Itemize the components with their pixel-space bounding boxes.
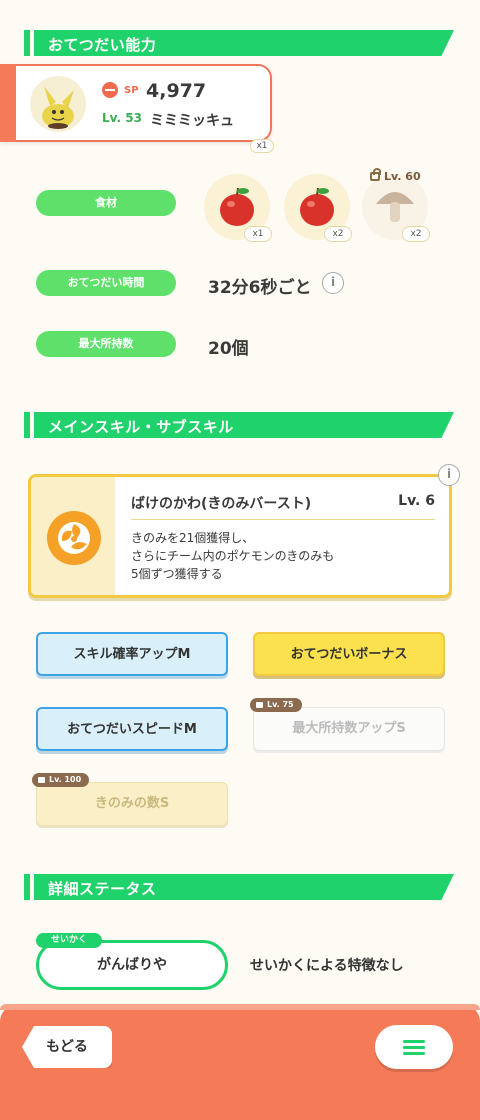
max-carry-value: 20個 [208, 339, 249, 359]
section-title: 詳細ステータス [48, 880, 157, 898]
sub-skill-button[interactable]: スキル確率アップM [36, 632, 228, 676]
menu-icon [403, 1052, 425, 1055]
desc-line: きのみを21個獲得し、 [131, 531, 255, 545]
section-title: メインスキル・サブスキル [48, 418, 234, 436]
sub-skill-button[interactable]: おてつだいボーナス [253, 632, 445, 676]
section-header-skills: メインスキル・サブスキル [24, 412, 454, 438]
peek-qty-badge: x1 [250, 139, 274, 153]
sub-skill-button-locked[interactable]: きのみの数S [36, 782, 228, 826]
back-button[interactable]: もどる [22, 1026, 112, 1068]
ingredient-qty: x2 [324, 226, 352, 242]
section-header-helping: おてつだい能力 [24, 30, 454, 56]
ingredient-qty: x2 [402, 226, 430, 242]
lock-icon [256, 702, 263, 708]
info-icon[interactable]: i [438, 464, 460, 486]
ingredient-mushroom[interactable]: x2 [362, 174, 430, 242]
desc-line: さらにチーム内のポケモンのきのみも [131, 549, 335, 563]
sp-icon [102, 82, 118, 98]
section-header-details: 詳細ステータス [24, 874, 454, 900]
sp-label: SP [124, 85, 139, 96]
ingredient-lock-level: Lv. 60 [370, 168, 421, 183]
section-title: おてつだい能力 [48, 36, 157, 54]
lock-icon [38, 777, 45, 783]
help-time-value: 32分6秒ごと [208, 278, 312, 298]
main-skill-description: きのみを21個獲得し、 さらにチーム内のポケモンのきのみも 5個ずつ獲得する [131, 529, 334, 583]
sub-skill-button-locked[interactable]: 最大所持数アップS [253, 707, 445, 751]
menu-icon [403, 1040, 425, 1043]
nature-effect: せいかくによる特徴なし [250, 958, 404, 974]
lock-level-text: Lv. 100 [49, 775, 82, 784]
sub-skill-lock-tag: Lv. 100 [32, 773, 90, 787]
pokemon-summary-card[interactable]: SP 4,977 Lv. 53 ミミミッキュ [0, 64, 272, 142]
help-time-label: おてつだい時間 [36, 270, 176, 296]
ingredient-apple[interactable]: x2 [284, 174, 352, 242]
main-skill-level: Lv. 6 [398, 493, 435, 509]
info-icon[interactable]: i [322, 272, 344, 294]
max-carry-label: 最大所持数 [36, 331, 176, 357]
lock-level-text: Lv. 60 [384, 170, 421, 183]
berry-burst-icon [47, 511, 101, 565]
lock-icon [370, 168, 381, 181]
sub-skill-lock-tag: Lv. 75 [250, 698, 302, 712]
main-skill-card[interactable]: ばけのかわ(きのみバースト) Lv. 6 きのみを21個獲得し、 さらにチーム内… [28, 474, 452, 598]
main-skill-title: ばけのかわ(きのみバースト) [131, 496, 312, 512]
pokemon-name: ミミミッキュ [150, 113, 234, 129]
pokemon-avatar [30, 76, 86, 132]
menu-icon [403, 1046, 425, 1049]
sub-skill-button[interactable]: おてつだいスピードM [36, 707, 228, 751]
pokemon-level: Lv. 53 [102, 111, 142, 125]
ingredient-qty: x1 [244, 226, 272, 242]
lock-level-text: Lv. 75 [267, 700, 294, 709]
menu-button[interactable] [375, 1025, 453, 1069]
ingredient-apple[interactable]: x1 [204, 174, 272, 242]
ingredients-label: 食材 [36, 190, 176, 216]
desc-line: 5個ずつ獲得する [131, 567, 223, 581]
sp-value: 4,977 [146, 80, 207, 102]
nature-tag: せいかく [36, 933, 102, 948]
